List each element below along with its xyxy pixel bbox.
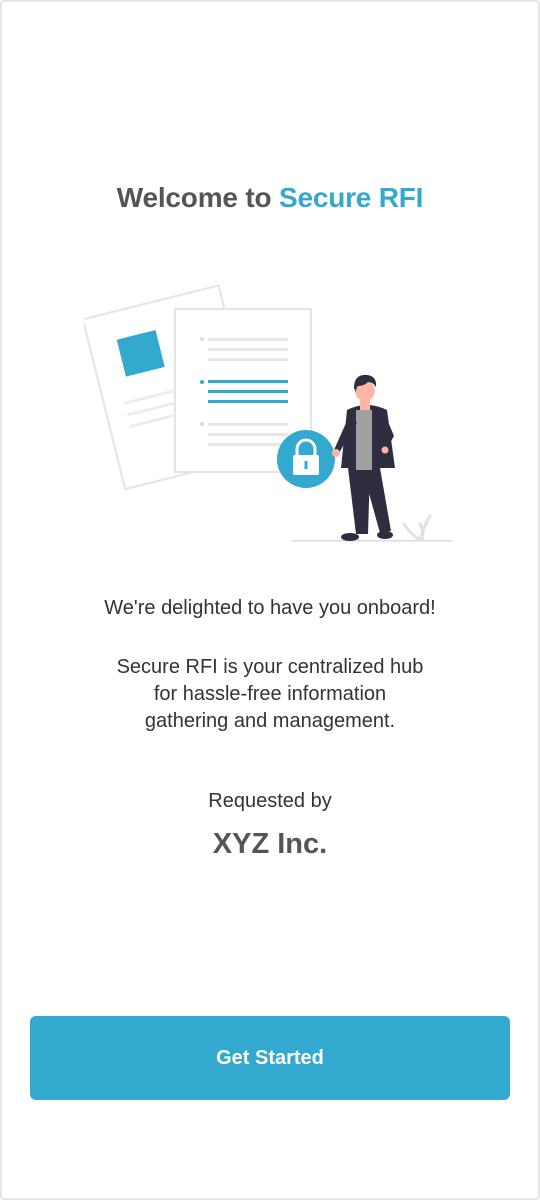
welcome-illustration [84, 284, 452, 542]
person-illustration [332, 374, 395, 541]
lock-icon [277, 430, 335, 488]
description-line: gathering and management. [144, 710, 396, 732]
get-started-button[interactable]: Get Started [30, 1016, 510, 1100]
description: Secure RFI is your centralized hub for h… [2, 654, 538, 735]
description-line: Secure RFI is your centralized hub [116, 656, 424, 678]
onboarding-screen: Welcome to Secure RFI We're delighted to… [0, 0, 540, 1200]
description-line: for hassle-free information [153, 683, 387, 705]
title-prefix: Welcome to [116, 182, 279, 213]
plant [402, 514, 432, 542]
page-title: Welcome to Secure RFI [2, 182, 538, 214]
company-name: XYZ Inc. [212, 828, 328, 860]
requested-by-label: Requested by [208, 790, 332, 812]
ground-line [292, 540, 452, 542]
title-brand: Secure RFI [278, 182, 424, 213]
welcome-message: We're delighted to have you onboard! [104, 597, 436, 619]
